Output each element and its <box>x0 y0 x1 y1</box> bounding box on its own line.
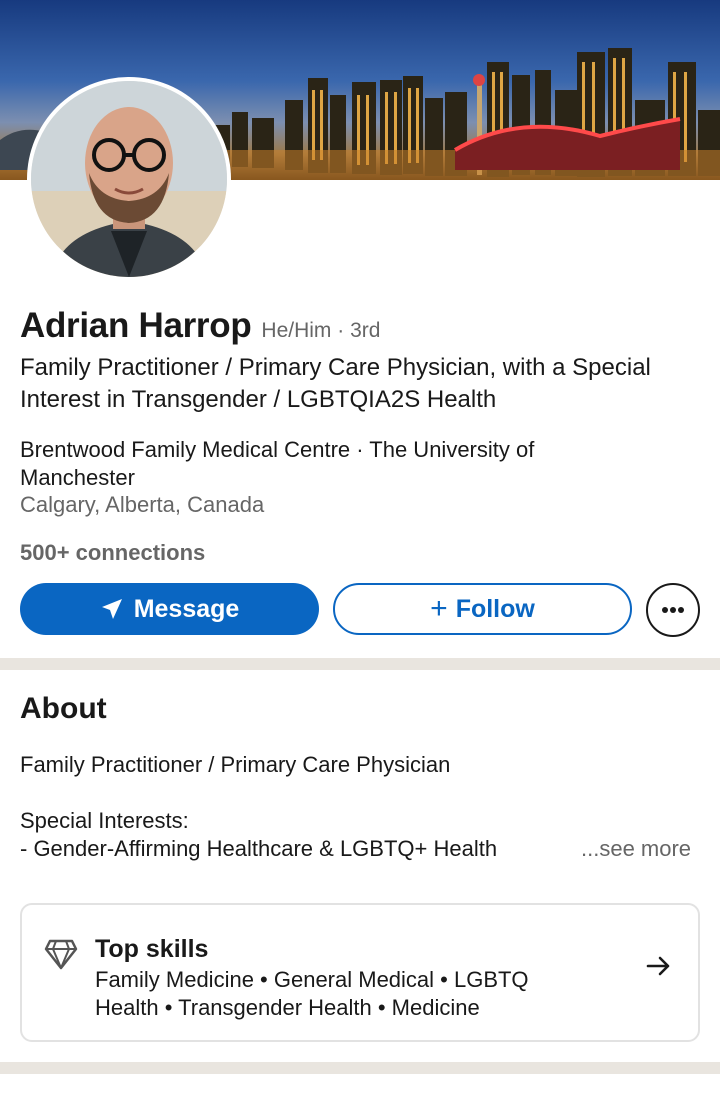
profile-photo <box>31 81 227 277</box>
top-skills-card[interactable]: Top skills Family Medicine • General Med… <box>20 903 700 1042</box>
top-skills-list: Family Medicine • General Medical • LGBT… <box>95 967 529 1020</box>
profile-headline: Family Practitioner / Primary Care Physi… <box>20 354 651 413</box>
about-title: About <box>20 692 107 725</box>
profile-name: Adrian Harrop <box>20 306 252 345</box>
name-row: Adrian Harrop He/Him · 3rd <box>20 306 380 346</box>
plus-icon: + <box>430 592 448 625</box>
arrow-right-icon[interactable] <box>646 955 672 977</box>
message-button[interactable]: Message <box>20 583 319 635</box>
top-skills-title: Top skills <box>95 935 209 963</box>
profile-location: Calgary, Alberta, Canada <box>20 492 265 517</box>
about-line-2: Special Interests: <box>20 808 189 833</box>
avatar[interactable] <box>27 77 231 281</box>
pronouns-degree: He/Him · 3rd <box>261 319 381 342</box>
section-divider <box>0 658 720 670</box>
about-line-3: - Gender-Affirming Healthcare & LGBTQ+ H… <box>20 836 498 861</box>
ellipsis-icon <box>662 607 684 613</box>
message-button-label: Message <box>133 594 240 623</box>
follow-button-label: Follow <box>455 594 535 623</box>
profile-workplace[interactable]: Brentwood Family Medical Centre · The Un… <box>20 436 580 492</box>
about-line-1: Family Practitioner / Primary Care Physi… <box>20 752 451 777</box>
diamond-icon <box>44 939 78 970</box>
connections-count[interactable]: 500+ connections <box>20 540 205 566</box>
follow-button[interactable]: + Follow <box>333 583 632 635</box>
paper-plane-icon <box>101 599 122 619</box>
section-divider-bottom <box>0 1062 720 1074</box>
see-more-link[interactable]: ...see more <box>581 836 691 862</box>
more-button[interactable] <box>646 583 700 637</box>
